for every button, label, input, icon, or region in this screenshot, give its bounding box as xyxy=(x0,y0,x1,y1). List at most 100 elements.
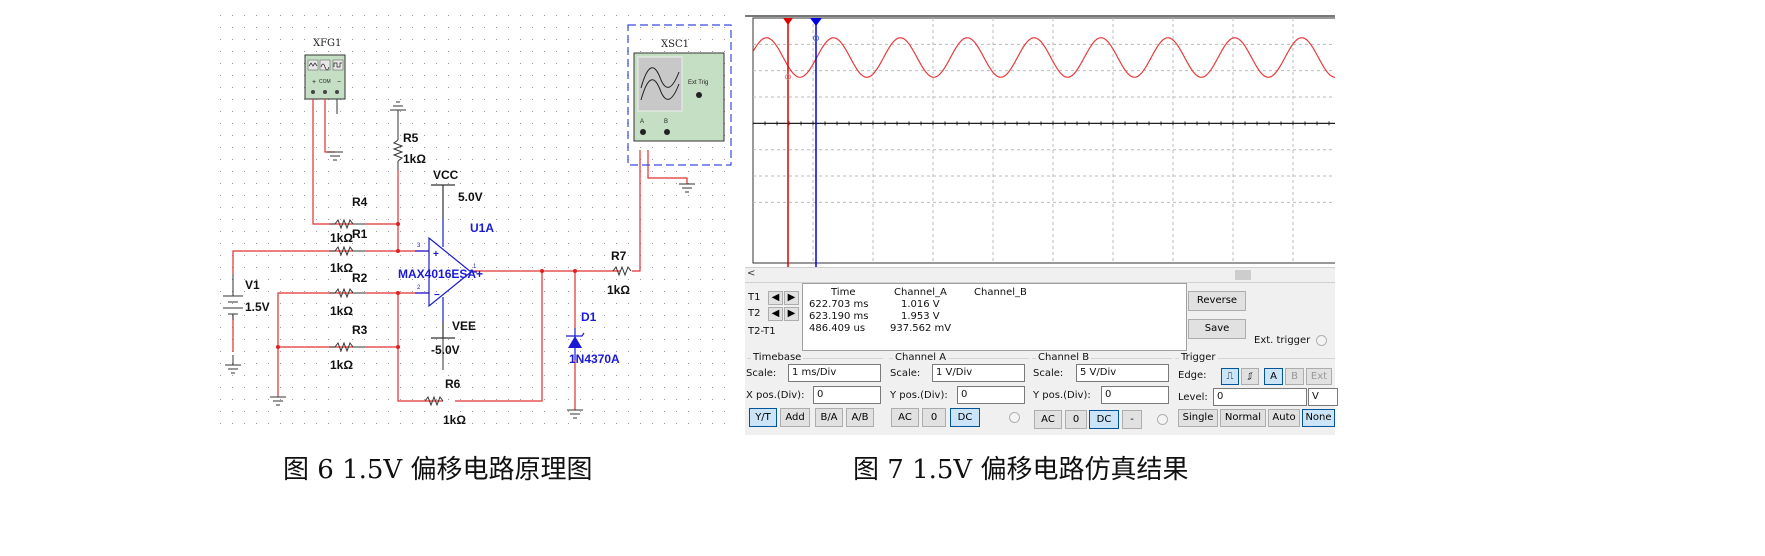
channel-b-minus-button[interactable]: - xyxy=(1122,410,1142,429)
channel-b-ac-button[interactable]: AC xyxy=(1034,410,1062,429)
reverse-button[interactable]: Reverse xyxy=(1188,291,1246,311)
figure-7-caption: 图 7 1.5V 偏移电路仿真结果 xyxy=(853,455,1189,485)
cursor-readout-panel: T1 ◀ ▶ T2 ◀ ▶ T2-T1 Time Channel_A Chann… xyxy=(745,283,1187,351)
plot-border xyxy=(752,17,1335,264)
trigger-none-button[interactable]: None xyxy=(1302,409,1335,427)
scrollbar-thumb[interactable] xyxy=(1235,270,1251,280)
xfg1-com-label: COM xyxy=(319,79,331,85)
t1-label: T1 xyxy=(748,292,761,303)
trigger-single-button[interactable]: Single xyxy=(1178,409,1218,427)
trigger-level-unit[interactable]: V xyxy=(1308,388,1338,406)
channel-a-zero-button[interactable]: 0 xyxy=(922,408,946,427)
vee-value: -5.0V xyxy=(431,343,460,357)
trigger-auto-button[interactable]: Auto xyxy=(1268,409,1300,427)
channel-a-radio[interactable] xyxy=(1009,412,1020,423)
xsc1-label: XSC1 xyxy=(661,39,689,50)
r2-label: R2 xyxy=(352,271,368,285)
r3-label: R3 xyxy=(352,323,368,337)
r4-label: R4 xyxy=(352,195,368,209)
oscilloscope-panel: < T1 ◀ ▶ T2 ◀ ▶ T2-T1 Time Channel_A Cha… xyxy=(745,15,1338,435)
mode-ab-button[interactable]: A/B xyxy=(846,408,874,427)
channel-b-zero-button[interactable]: 0 xyxy=(1065,410,1087,429)
scroll-left-icon[interactable]: < xyxy=(747,268,755,279)
cursor-t2-handle xyxy=(810,18,822,26)
channel-a-trace xyxy=(752,37,1335,78)
header-time: Time xyxy=(831,287,856,298)
channel-b-radio[interactable] xyxy=(1157,414,1168,425)
trigger-level-field[interactable]: 0 xyxy=(1213,388,1307,406)
t1-left-arrow-icon[interactable]: ◀ xyxy=(768,291,783,305)
vee-label: VEE xyxy=(452,319,476,333)
trigger-source-a-button[interactable]: A xyxy=(1264,368,1283,385)
channel-a-ac-button[interactable]: AC xyxy=(891,408,919,427)
scope-screen[interactable] xyxy=(745,15,1335,267)
header-channel-a: Channel_A xyxy=(894,287,947,298)
vcc-label: VCC xyxy=(433,168,459,182)
t2-time: 623.190 ms xyxy=(809,311,869,322)
t1-channel-a: 1.016 V xyxy=(901,299,940,310)
x-pos-field[interactable]: 0 xyxy=(813,386,881,404)
r3-value: 1kΩ xyxy=(330,358,353,372)
r7-label: R7 xyxy=(611,249,627,263)
cursor-t1-handle xyxy=(783,18,793,25)
mode-yt-button[interactable]: Y/T xyxy=(749,408,777,427)
opamp-ref-label: U1A xyxy=(470,221,494,235)
channel-b-ypos-field[interactable]: 0 xyxy=(1101,386,1169,404)
r1-label: R1 xyxy=(352,227,368,241)
t2-left-arrow-icon[interactable]: ◀ xyxy=(768,307,783,321)
schematic-canvas: XFG1 + COM − R4 1kΩ R1 1kΩ R2 1kΩ R3 1kΩ… xyxy=(215,10,735,430)
xfg1-plus-label: + xyxy=(312,79,316,86)
save-button[interactable]: Save xyxy=(1188,319,1246,339)
trigger-source-ext-button[interactable]: Ext xyxy=(1306,368,1332,385)
rising-edge-icon[interactable]: ⎍ xyxy=(1221,368,1239,385)
v1-value: 1.5V xyxy=(245,300,270,314)
channel-b-title: Channel B xyxy=(1036,352,1092,363)
timebase-scale-field[interactable]: 1 ms/Div xyxy=(788,364,881,382)
timebase-scale-label: Scale: xyxy=(746,368,777,379)
delta-time: 486.409 us xyxy=(809,323,866,334)
opamp-part-label: MAX4016ESA+ xyxy=(398,267,483,281)
channel-b-ypos-label: Y pos.(Div): xyxy=(1033,390,1091,401)
t2-t1-label: T2-T1 xyxy=(748,326,776,337)
edge-label: Edge: xyxy=(1178,370,1207,381)
mode-ba-button[interactable]: B/A xyxy=(815,408,843,427)
trigger-normal-button[interactable]: Normal xyxy=(1220,409,1266,427)
r1-value: 1kΩ xyxy=(330,261,353,275)
channel-a-dc-button[interactable]: DC xyxy=(950,408,980,427)
t2-label: T2 xyxy=(748,308,761,319)
figure-6-caption: 图 6 1.5V 偏移电路原理图 xyxy=(283,455,593,485)
channel-a-ypos-label: Y pos.(Div): xyxy=(890,390,948,401)
channel-b-scale-field[interactable]: 5 V/Div xyxy=(1076,364,1169,382)
ext-trigger-label: Ext. trigger xyxy=(1254,335,1311,346)
r2-value: 1kΩ xyxy=(330,304,353,318)
xfg1-label: XFG1 xyxy=(313,38,341,49)
d1-part-label: 1N4370A xyxy=(569,352,620,366)
t1-right-arrow-icon[interactable]: ▶ xyxy=(784,291,799,305)
r6-value: 1kΩ xyxy=(443,413,466,427)
ext-trig-label: Ext Trig xyxy=(688,80,708,86)
t1-time: 622.703 ms xyxy=(809,299,869,310)
channel-a-ypos-field[interactable]: 0 xyxy=(957,386,1025,404)
falling-edge-icon[interactable]: ⎎ xyxy=(1241,368,1259,385)
header-channel-b: Channel_B xyxy=(974,287,1027,298)
trigger-source-b-button[interactable]: B xyxy=(1285,368,1304,385)
oscilloscope-xsc1[interactable]: XSC1 Ext Trig A B xyxy=(633,39,725,142)
t2-right-arrow-icon[interactable]: ▶ xyxy=(784,307,799,321)
r6-label: R6 xyxy=(445,377,461,391)
timebase-title: Timebase xyxy=(751,352,804,363)
d1-label: D1 xyxy=(581,310,597,324)
r7-value: 1kΩ xyxy=(607,283,630,297)
level-label: Level: xyxy=(1178,392,1208,403)
horizontal-scrollbar[interactable]: < xyxy=(745,267,1335,283)
xfg1-minus-label: − xyxy=(337,79,341,86)
r4-value: 1kΩ xyxy=(330,231,353,245)
svg-text:−: − xyxy=(434,290,440,301)
channel-a-pin-label: A xyxy=(640,119,644,125)
channel-a-title: Channel A xyxy=(893,352,949,363)
ext-trigger-radio[interactable] xyxy=(1316,335,1327,346)
mode-add-button[interactable]: Add xyxy=(780,408,810,427)
channel-b-scale-label: Scale: xyxy=(1033,368,1064,379)
channel-b-dc-button[interactable]: DC xyxy=(1089,410,1119,429)
v1-label: V1 xyxy=(245,278,260,292)
channel-a-scale-field[interactable]: 1 V/Div xyxy=(932,364,1025,382)
